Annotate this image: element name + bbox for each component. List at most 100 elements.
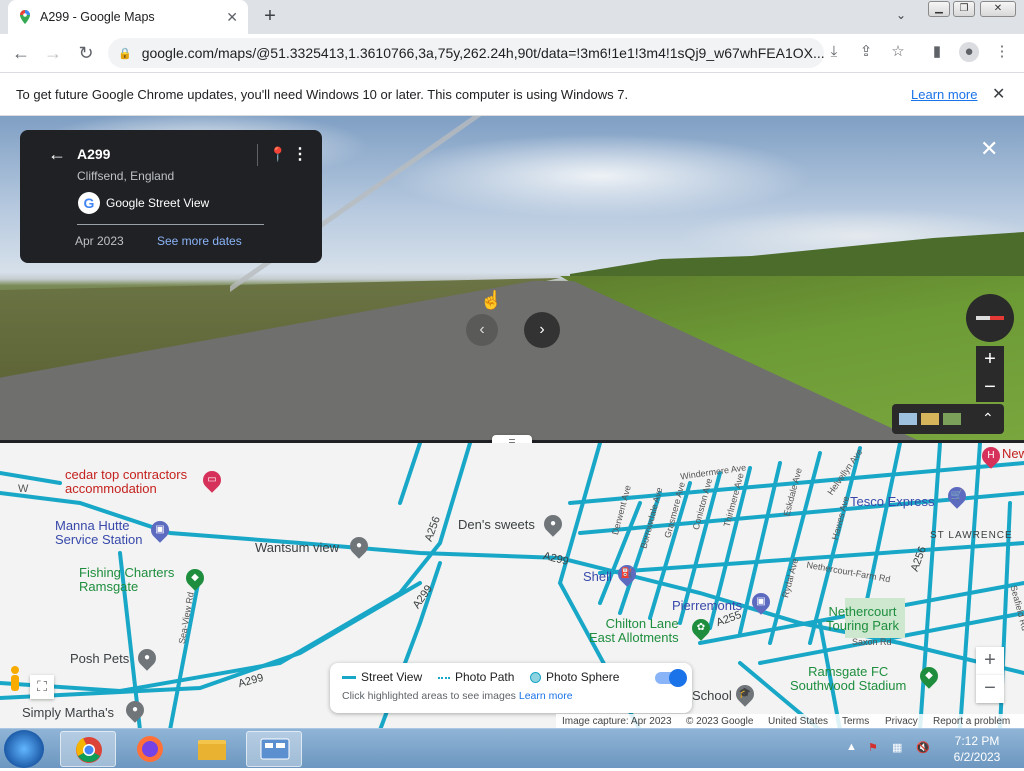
navigate-back-arrow-icon[interactable]: ‹ (466, 314, 498, 346)
poi-nethercourt-touring-park[interactable]: Nethercourt Touring Park (826, 605, 899, 633)
poi-new[interactable]: New (1002, 446, 1024, 461)
location-pin-icon[interactable]: 📍 (269, 146, 286, 163)
poi-fishing-charters[interactable]: Fishing Charters Ramsgate (79, 566, 174, 594)
address-bar[interactable]: 🔒 google.com/maps/@51.3325413,1.3610766,… (108, 38, 824, 68)
pegman-icon[interactable] (8, 665, 22, 693)
poi-school[interactable]: School (692, 688, 732, 703)
system-clock[interactable]: 7:12 PM 6/2/2023 (942, 733, 1012, 765)
shopping-cart-pin-icon[interactable]: 🛒 (944, 483, 970, 509)
show-hidden-icons-chevron-icon[interactable]: ▲ (846, 741, 857, 753)
file-explorer-taskbar-button[interactable] (184, 731, 240, 767)
poi-cedar-top-contractors[interactable]: cedar top contractors accommodation (65, 468, 187, 496)
expand-map-icon[interactable]: ⛶ (30, 675, 54, 699)
shop-pin-icon[interactable]: ▣ (147, 517, 173, 543)
fuel-pin-icon[interactable]: ⛽ (614, 561, 640, 587)
park-pin-icon[interactable]: ✿ (688, 615, 714, 641)
map-zoom-out-button[interactable]: − (976, 675, 1004, 703)
profile-avatar-icon[interactable]: ● (959, 42, 979, 62)
street-view-info-card: ← A299 Cliffsend, England G Google Stree… (20, 130, 322, 263)
tab-strip: A299 - Google Maps ✕ + ⌄ ▁ ❐ ✕ (0, 0, 1024, 34)
window-close-button[interactable]: ✕ (980, 1, 1016, 17)
legend-photo-path: Photo Path (438, 670, 514, 684)
reload-icon[interactable]: ↻ (75, 42, 97, 64)
place-pin-icon[interactable]: ● (134, 645, 160, 671)
poi-posh-pets[interactable]: Posh Pets (70, 651, 129, 666)
poi-ramsgate-fc[interactable]: Ramsgate FC Southwood Stadium (790, 665, 906, 693)
thumbnail[interactable] (943, 413, 961, 425)
place-pin-icon[interactable]: ● (540, 511, 566, 537)
street-view-panorama[interactable]: ← A299 Cliffsend, England G Google Stree… (0, 116, 1024, 442)
poi-wantsum-view[interactable]: Wantsum view (255, 540, 339, 555)
area-label: ST LAWRENCE (930, 530, 1013, 541)
poi-chilton-lane-allotments[interactable]: Chilton Lane East Allotments (589, 617, 679, 645)
share-icon[interactable]: ⇪ (856, 42, 876, 62)
chrome-taskbar-button[interactable] (60, 731, 116, 767)
legend-photo-sphere: Photo Sphere (530, 670, 619, 684)
volume-icon[interactable]: 🔇 (916, 741, 930, 754)
lodging-pin-icon[interactable]: ▭ (199, 467, 225, 493)
legend-learn-more-link[interactable]: Learn more (519, 690, 573, 702)
action-center-icon[interactable]: ⚑ (868, 741, 878, 754)
more-menu-icon[interactable]: ⋮ (992, 42, 1012, 62)
poi-shell[interactable]: Shell (583, 569, 612, 584)
report-problem-link[interactable]: Report a problem (933, 716, 1010, 727)
network-icon[interactable]: ▦ (892, 741, 902, 754)
forward-arrow-icon[interactable]: → (42, 42, 64, 64)
poi-dens-sweets[interactable]: Den's sweets (458, 517, 535, 532)
restore-button[interactable]: ❐ (953, 1, 975, 17)
new-tab-button[interactable]: + (258, 5, 282, 29)
hospital-pin-icon[interactable]: H (978, 443, 1004, 469)
compass-icon[interactable] (966, 294, 1014, 342)
tab-search-chevron-icon[interactable]: ⌄ (896, 8, 906, 22)
browser-tab[interactable]: A299 - Google Maps ✕ (8, 0, 248, 34)
country-link[interactable]: United States (768, 716, 828, 727)
shop-pin-icon[interactable]: ▣ (748, 589, 774, 615)
stadium-pin-icon[interactable]: ◆ (916, 663, 942, 689)
see-more-dates-link[interactable]: See more dates (157, 234, 242, 248)
infobar-close-icon[interactable]: ✕ (992, 84, 1005, 104)
poi-tesco-express[interactable]: Tesco Express (850, 494, 935, 509)
street-view-zoom-in-button[interactable]: + (976, 346, 1004, 374)
coverage-toggle[interactable] (655, 669, 687, 687)
terms-link[interactable]: Terms (842, 716, 869, 727)
google-logo-icon: G (78, 192, 100, 214)
divider (77, 224, 264, 225)
firefox-taskbar-button[interactable] (122, 731, 178, 767)
divider (257, 144, 258, 166)
map-panel[interactable]: W cedar top contractors accommodation ▭ … (0, 443, 1024, 730)
poi-manna-hutte[interactable]: Manna Hutte Service Station (55, 519, 142, 547)
fishing-pin-icon[interactable]: ◆ (182, 565, 208, 591)
coverage-legend: Street View Photo Path Photo Sphere Clic… (330, 663, 692, 713)
infobar-learn-more-link[interactable]: Learn more (911, 87, 977, 102)
school-pin-icon[interactable]: 🎓 (732, 681, 758, 707)
control-panel-taskbar-button[interactable] (246, 731, 302, 767)
tab-close-icon[interactable]: ✕ (226, 9, 238, 26)
navigate-forward-arrow-icon[interactable]: › (524, 312, 560, 348)
close-street-view-icon[interactable]: ✕ (980, 136, 998, 162)
place-pin-icon[interactable]: ● (122, 697, 148, 723)
provider-label: Google Street View (106, 196, 210, 210)
start-button[interactable] (4, 730, 44, 768)
thumbnail[interactable] (899, 413, 917, 425)
clock-date: 6/2/2023 (953, 750, 1001, 764)
poi-simply-marthas[interactable]: Simply Martha's (22, 705, 114, 720)
url-text[interactable]: google.com/maps/@51.3325413,1.3610766,3a… (142, 45, 824, 61)
side-panel-icon[interactable]: ▮ (927, 42, 947, 62)
thumbnail[interactable] (921, 413, 939, 425)
bookmark-star-icon[interactable]: ☆ (888, 42, 908, 62)
minimize-button[interactable]: ▁ (928, 1, 950, 17)
photo-strip-thumbnails[interactable]: ⌃ (892, 404, 1004, 434)
more-options-icon[interactable]: ⋮ (292, 144, 308, 164)
road-label: W (18, 483, 29, 495)
privacy-link[interactable]: Privacy (885, 716, 918, 727)
clock-time: 7:12 PM (954, 734, 1000, 748)
street-view-zoom-out-button[interactable]: − (976, 374, 1004, 402)
back-arrow-icon[interactable]: ← (48, 144, 66, 165)
back-arrow-icon[interactable]: ← (10, 42, 32, 64)
install-app-icon[interactable]: ⤓ (824, 42, 844, 62)
place-pin-icon[interactable]: ● (346, 533, 372, 559)
map-zoom-in-button[interactable]: + (976, 647, 1004, 675)
image-capture-date: Image capture: Apr 2023 (562, 716, 672, 727)
lock-icon[interactable]: 🔒 (118, 47, 132, 60)
expand-chevron-icon[interactable]: ⌃ (982, 410, 994, 427)
